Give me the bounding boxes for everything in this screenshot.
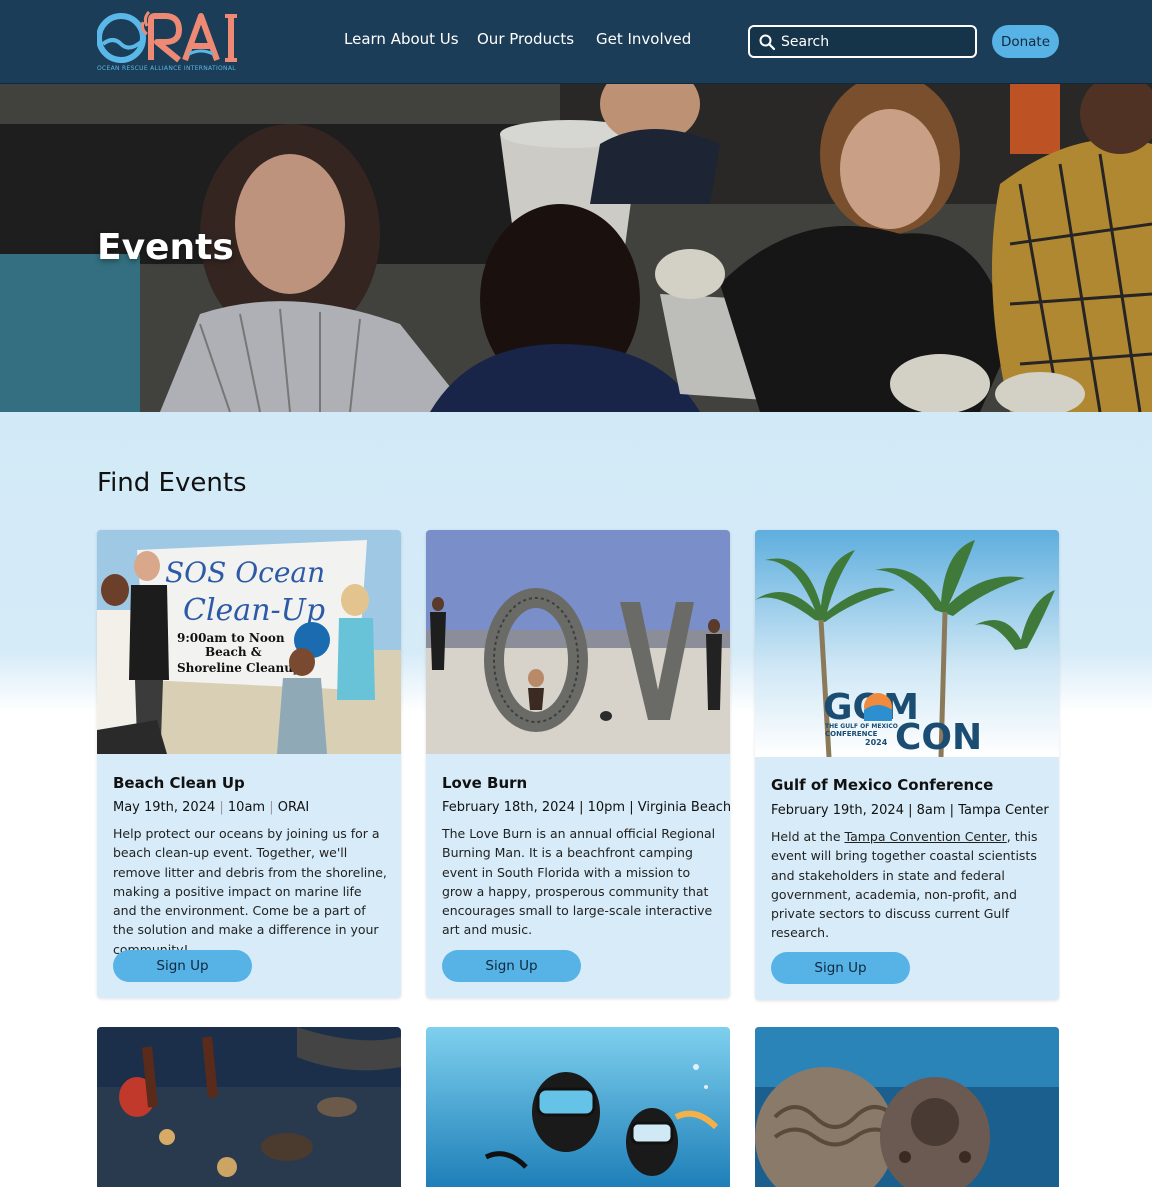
event-title: Gulf of Mexico Conference: [771, 776, 994, 794]
gomcon-sub-1: THE GULF OF MEXICO: [825, 723, 898, 730]
section-title: Find Events: [97, 468, 247, 498]
event-card-image-reef: [755, 1027, 1059, 1187]
banner-line-5: Shoreline Cleanup: [177, 661, 301, 675]
nav-learn-about-us[interactable]: Learn About Us: [344, 30, 459, 48]
gomcon-logo-bottom: CON: [895, 717, 982, 757]
event-date: February 19th, 2024: [771, 803, 904, 818]
event-description: Held at the Tampa Convention Center, thi…: [771, 827, 1045, 943]
sign-up-button[interactable]: Sign Up: [771, 952, 910, 984]
event-image-love-burn: O V: [426, 530, 730, 754]
orai-logo[interactable]: OCEAN RESCUE ALLIANCE INTERNATIONAL: [96, 8, 247, 74]
search-icon: [759, 34, 776, 51]
banner-line-2: Clean-Up: [183, 593, 325, 628]
gomcon-sub-2: CONFERENCE: [825, 730, 878, 738]
gomcon-sub-3: 2024: [865, 738, 888, 747]
event-card-love-burn: O V Love Burn February 18th, 2024 | 10pm…: [426, 530, 730, 998]
venue-link[interactable]: Tampa Convention Center: [845, 829, 1007, 844]
event-description-text: Held at the: [771, 829, 845, 844]
hero-banner: Events: [0, 84, 1152, 412]
event-card-image-diving: [426, 1027, 730, 1187]
event-meta: May 19th, 2024 | 10am | ORAI: [113, 800, 310, 815]
search-input[interactable]: [781, 32, 966, 52]
event-description: The Love Burn is an annual official Regi…: [442, 826, 716, 938]
event-description-text: , this event will bring together coastal…: [771, 829, 1038, 941]
event-image-gomcon: GOM CON THE GULF OF MEXICO CONFERENCE 20…: [755, 530, 1059, 757]
nav-get-involved[interactable]: Get Involved: [596, 30, 691, 48]
site-header: OCEAN RESCUE ALLIANCE INTERNATIONAL Lear…: [0, 0, 1152, 84]
event-time: 8am: [916, 803, 946, 818]
banner-line-1: SOS Ocean: [165, 556, 325, 589]
logo-tagline: OCEAN RESCUE ALLIANCE INTERNATIONAL: [97, 65, 236, 72]
sign-up-button[interactable]: Sign Up: [442, 950, 581, 982]
banner-line-3: 9:00am to Noon: [177, 631, 285, 645]
event-location: Tampa Center: [958, 803, 1049, 818]
donate-button[interactable]: Donate: [992, 25, 1059, 58]
event-card-image-dinner: [97, 1027, 401, 1187]
event-description: Help protect our oceans by joining us fo…: [113, 826, 387, 957]
page-title: Events: [97, 227, 234, 268]
nav-our-products[interactable]: Our Products: [477, 30, 574, 48]
event-location: Virginia Beach: [637, 800, 730, 815]
banner-line-4: Beach &: [205, 645, 262, 659]
event-meta: February 18th, 2024 | 10pm | Virginia Be…: [442, 800, 730, 815]
event-date: February 18th, 2024: [442, 800, 575, 815]
sign-up-button[interactable]: Sign Up: [113, 950, 252, 982]
event-date: May 19th, 2024: [113, 800, 216, 815]
search-box[interactable]: [748, 25, 977, 58]
event-card-beach-clean-up: SOS Ocean Clean-Up 9:00am to Noon Beach …: [97, 530, 401, 998]
event-meta: February 19th, 2024 | 8am | Tampa Center: [771, 803, 1049, 818]
event-time: 10am: [227, 800, 266, 815]
event-card-gulf-of-mexico-conference: GOM CON THE GULF OF MEXICO CONFERENCE 20…: [755, 530, 1059, 1000]
event-title: Beach Clean Up: [113, 774, 245, 792]
events-section: Find Events SOS Ocean Clean-Up 9:00am to…: [0, 412, 1152, 1187]
event-image-beach-clean-up: SOS Ocean Clean-Up 9:00am to Noon Beach …: [97, 530, 401, 754]
event-time: 10pm: [587, 800, 626, 815]
event-location: ORAI: [277, 800, 310, 815]
event-title: Love Burn: [442, 774, 528, 792]
orai-logo-mark: [96, 10, 237, 63]
